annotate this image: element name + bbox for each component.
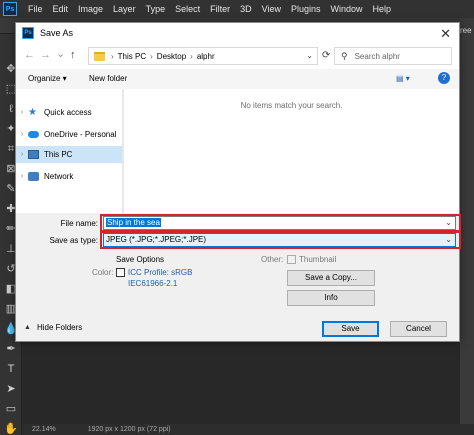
sidebar-item-label: Network [44, 172, 74, 181]
menu-image[interactable]: Image [73, 4, 108, 14]
chevron-right-icon[interactable]: › [16, 131, 28, 138]
hide-folders-toggle[interactable]: ▲ Hide Folders [24, 323, 82, 332]
icc-profile-name: IEC61966-2.1 [128, 279, 178, 288]
chevron-right-icon[interactable]: › [16, 151, 28, 158]
dialog-title: Save As [40, 28, 74, 38]
refresh-icon[interactable]: ⟳ [322, 50, 330, 61]
sidebar-item-label: OneDrive - Personal [44, 130, 117, 139]
new-folder-button[interactable]: New folder [89, 74, 127, 83]
dialog-titlebar: Ps Save As ✕ [16, 23, 459, 43]
search-icon: ⚲ [341, 50, 348, 61]
sidebar-item-quick-access[interactable]: › ★ Quick access [16, 104, 122, 121]
recent-locations-icon[interactable]: ⌄ [56, 47, 65, 60]
sidebar-item-network[interactable]: › Network [16, 168, 122, 185]
search-placeholder: Search alphr [354, 51, 400, 61]
view-options-icon[interactable]: ▤ ▾ [396, 74, 410, 83]
search-input[interactable]: ⚲ Search alphr [334, 47, 452, 65]
star-icon: ★ [28, 107, 37, 118]
menu-window[interactable]: Window [326, 4, 368, 14]
close-icon[interactable]: ✕ [440, 26, 451, 42]
breadcrumb-separator: › [150, 51, 153, 61]
status-zoom: 22.14% [32, 426, 56, 433]
status-doc-size: 1920 px x 1200 px (72 ppi) [87, 426, 171, 433]
save-options-heading: Save Options [116, 255, 165, 264]
address-row: ← → ⌄ ↑ › This PC › Desktop › alphr ⌄ ⟳ … [16, 43, 459, 69]
sidebar-item-this-pc[interactable]: › This PC [16, 146, 122, 163]
menu-filter[interactable]: Filter [205, 4, 235, 14]
organize-button[interactable]: Organize ▾ [28, 74, 67, 83]
hand-tool-icon[interactable]: ✋ [4, 422, 18, 435]
back-arrow-icon[interactable]: ← [24, 49, 35, 61]
pen-tool-icon[interactable]: ✒ [4, 342, 18, 356]
photoshop-logo-icon: Ps [3, 2, 17, 16]
cancel-button[interactable]: Cancel [390, 321, 447, 337]
highlight-box-save-type [100, 231, 461, 249]
breadcrumb-desktop[interactable]: Desktop [157, 52, 186, 61]
thumbnail-label: Thumbnail [299, 255, 337, 264]
menu-3d[interactable]: 3D [235, 4, 257, 14]
other-label: Other: [261, 255, 284, 264]
breadcrumb-this-pc[interactable]: This PC [118, 52, 146, 61]
menu-layer[interactable]: Layer [108, 4, 141, 14]
menu-view[interactable]: View [257, 4, 286, 14]
empty-message: No items match your search. [240, 101, 343, 110]
rectangle-tool-icon[interactable]: ▭ [4, 402, 18, 416]
photoshop-status-bar: 22.14% 1920 px x 1200 px (72 ppi) [22, 424, 474, 435]
type-tool-icon[interactable]: T [4, 362, 18, 376]
save-a-copy-button[interactable]: Save a Copy... [287, 270, 375, 286]
computer-icon [28, 150, 39, 159]
up-arrow-icon[interactable]: ↑ [70, 49, 76, 61]
thumbnail-checkbox[interactable] [287, 255, 296, 264]
sidebar-item-label: Quick access [44, 108, 92, 117]
hide-folders-label: Hide Folders [36, 323, 83, 332]
network-icon [28, 172, 39, 181]
icc-profile-label: ICC Profile: sRGB [128, 268, 193, 277]
menu-help[interactable]: Help [368, 4, 397, 14]
address-bar[interactable]: › This PC › Desktop › alphr ⌄ [88, 47, 318, 65]
breadcrumb-separator: › [111, 51, 114, 61]
file-name-label: File name: [60, 219, 98, 228]
navigation-pane: › ★ Quick access › OneDrive - Personal ›… [16, 89, 122, 213]
photoshop-menubar: Ps File Edit Image Layer Type Select Fil… [0, 0, 474, 18]
menu-edit[interactable]: Edit [48, 4, 74, 14]
chevron-down-icon[interactable]: ⌄ [306, 51, 313, 60]
save-as-dialog: Ps Save As ✕ ← → ⌄ ↑ › This PC › Desktop… [15, 22, 461, 342]
save-type-label: Save as type: [49, 236, 98, 245]
chevron-right-icon[interactable]: › [16, 173, 28, 180]
breadcrumb-alphr[interactable]: alphr [197, 52, 215, 61]
path-select-tool-icon[interactable]: ➤ [4, 382, 18, 396]
menu-plugins[interactable]: Plugins [286, 4, 326, 14]
color-label: Color: [92, 268, 114, 277]
command-bar: Organize ▾ New folder ▤ ▾ ? [16, 69, 459, 89]
highlight-box-file-name [100, 214, 461, 232]
info-button[interactable]: Info [287, 290, 375, 306]
icc-profile-checkbox[interactable] [116, 268, 125, 277]
cloud-icon [28, 131, 39, 138]
help-icon[interactable]: ? [438, 72, 450, 84]
photoshop-app-icon: Ps [22, 27, 34, 39]
file-list[interactable]: No items match your search. [124, 89, 459, 213]
save-button[interactable]: Save [322, 321, 379, 337]
chevron-right-icon[interactable]: › [16, 109, 28, 116]
forward-arrow-icon[interactable]: → [40, 49, 51, 61]
folder-icon [94, 51, 105, 61]
menu-type[interactable]: Type [141, 4, 171, 14]
menu-file[interactable]: File [23, 4, 48, 14]
menu-select[interactable]: Select [170, 4, 205, 14]
chevron-up-icon: ▲ [24, 324, 31, 331]
breadcrumb-separator: › [190, 51, 193, 61]
right-panel-text: ree [460, 26, 472, 35]
photoshop-right-panel [460, 18, 474, 435]
sidebar-item-label: This PC [44, 150, 73, 159]
sidebar-item-onedrive[interactable]: › OneDrive - Personal [16, 126, 122, 143]
